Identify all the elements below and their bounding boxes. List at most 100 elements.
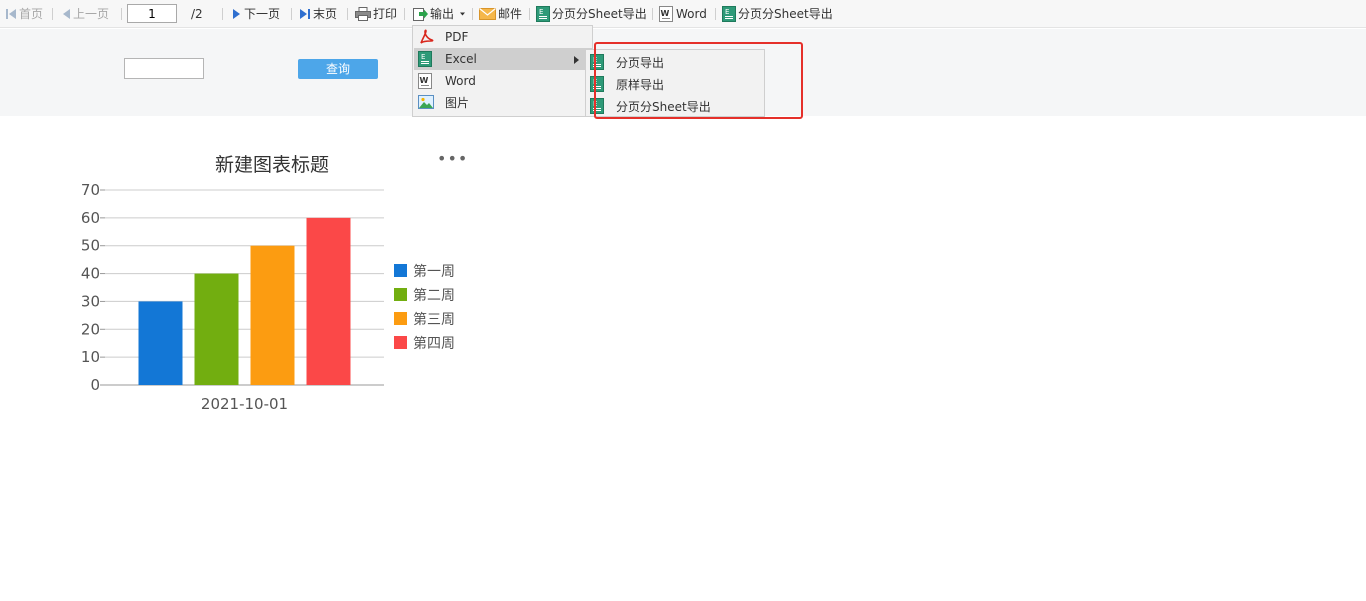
menu-item-excel[interactable]: E Excel — [414, 48, 593, 70]
svg-text:E: E — [539, 8, 543, 16]
legend-swatch — [394, 264, 407, 277]
output-label: 输出 — [430, 7, 455, 21]
prev-page-label: 上一页 — [73, 7, 110, 21]
menu-item-image[interactable]: 图片 — [414, 92, 593, 114]
print-button[interactable]: 打印 — [355, 6, 397, 22]
svg-text:W: W — [420, 76, 429, 85]
word-icon: W — [418, 73, 432, 89]
legend-label[interactable]: 第二周 — [413, 287, 455, 304]
submenu-arrow-icon — [574, 56, 579, 64]
excel-icon: E — [418, 51, 432, 67]
pdf-icon — [420, 29, 434, 44]
toolbar-divider — [529, 8, 530, 20]
output-button[interactable]: 输出 — [412, 6, 469, 22]
chevron-down-icon — [460, 12, 466, 16]
chart-legend: 第一周第二周第三周第四周 — [394, 263, 455, 352]
svg-text:E: E — [421, 53, 425, 61]
toolbar-divider — [472, 8, 473, 20]
svg-text:W: W — [661, 9, 670, 18]
output-menu: PDF E Excel W Word 图片 — [412, 25, 593, 117]
toolbar-divider — [291, 8, 292, 20]
word-export-button[interactable]: W Word — [659, 6, 707, 22]
page-total: /2 — [191, 7, 203, 21]
svg-text:E: E — [593, 78, 597, 86]
page-number-input[interactable] — [127, 4, 177, 23]
bar-chart: 新建图表标题 0 10 20 30 40 50 60 70 2021-10-01 第一周第二周… — [81, 154, 455, 413]
menu-item-word[interactable]: W Word — [414, 70, 593, 92]
submenu-item-label: 分页分Sheet导出 — [616, 100, 711, 114]
next-page-button[interactable]: 下一页 — [232, 6, 280, 22]
menu-item-label: Excel — [445, 52, 477, 66]
excel-icon: E — [536, 6, 550, 22]
toolbar-divider — [347, 8, 348, 20]
excel-icon: E — [590, 76, 604, 92]
svg-text:E: E — [593, 100, 597, 108]
submenu-item-label: 原样导出 — [616, 78, 665, 92]
y-axis-ticks: 0 10 20 30 40 50 60 70 — [81, 181, 105, 394]
menu-item-label: Word — [445, 74, 476, 88]
last-page-icon — [300, 9, 310, 19]
submenu-item-original-export[interactable]: E 原样导出 — [587, 73, 765, 95]
x-axis-labels: 2021-10-01 — [201, 395, 288, 413]
legend-swatch — [394, 336, 407, 349]
next-page-icon — [233, 9, 240, 19]
next-page-label: 下一页 — [244, 7, 281, 21]
mail-icon — [479, 8, 496, 20]
bar-4[interactable] — [306, 217, 351, 385]
svg-text:E: E — [725, 8, 729, 16]
legend-label[interactable]: 第三周 — [413, 311, 455, 328]
excel-icon: E — [590, 98, 604, 114]
submenu-item-page-sheet-export[interactable]: E 分页分Sheet导出 — [587, 95, 765, 117]
first-page-button[interactable]: 首页 — [6, 6, 43, 22]
legend-label[interactable]: 第一周 — [413, 263, 455, 280]
first-page-icon — [6, 9, 16, 19]
toolbar-divider — [652, 8, 653, 20]
page-sheet-export-button[interactable]: E 分页分Sheet导出 — [536, 6, 647, 22]
toolbar-divider — [121, 8, 122, 20]
last-page-button[interactable]: 末页 — [299, 6, 337, 22]
excel-submenu: E 分页导出 E 原样导出 E 分页分Sheet导出 — [585, 49, 765, 117]
y-tick-label: 0 — [90, 376, 100, 394]
page-sheet-export-label-2: 分页分Sheet导出 — [738, 7, 833, 21]
toolbar-divider — [715, 8, 716, 20]
menu-item-pdf[interactable]: PDF — [414, 26, 593, 48]
toolbar-divider — [404, 8, 405, 20]
y-tick-label: 70 — [81, 181, 100, 199]
bar-1[interactable] — [138, 301, 183, 385]
x-tick-label: 2021-10-01 — [201, 395, 288, 413]
bar-3[interactable] — [250, 245, 295, 385]
page-sheet-export-button-2[interactable]: E 分页分Sheet导出 — [722, 6, 833, 22]
mail-button[interactable]: 邮件 — [479, 6, 522, 22]
legend-label[interactable]: 第四周 — [413, 335, 455, 352]
query-button[interactable]: 查询 — [298, 59, 378, 79]
page-sheet-export-label: 分页分Sheet导出 — [552, 7, 647, 21]
submenu-item-page-export[interactable]: E 分页导出 — [587, 51, 765, 73]
y-tick-label: 60 — [81, 209, 100, 227]
export-icon — [413, 8, 428, 21]
print-label: 打印 — [373, 7, 398, 21]
image-icon — [418, 95, 434, 109]
y-tick-label: 20 — [81, 320, 100, 338]
report-toolbar: 首页 上一页 /2 下一页 末页 打印 输 — [0, 0, 1366, 28]
legend-swatch — [394, 288, 407, 301]
svg-text:E: E — [593, 56, 597, 64]
printer-icon — [355, 7, 371, 21]
last-page-label: 末页 — [313, 7, 338, 21]
toolbar-divider — [52, 8, 53, 20]
menu-item-label: PDF — [445, 30, 469, 44]
y-tick-label: 50 — [81, 237, 100, 255]
mail-label: 邮件 — [498, 7, 523, 21]
first-page-label: 首页 — [19, 7, 44, 21]
excel-icon: E — [722, 6, 736, 22]
y-tick-label: 40 — [81, 265, 100, 283]
bar-2[interactable] — [194, 273, 239, 385]
legend-swatch — [394, 312, 407, 325]
prev-page-button[interactable]: 上一页 — [61, 6, 109, 22]
submenu-item-label: 分页导出 — [616, 56, 665, 70]
parameter-input[interactable] — [124, 58, 204, 79]
menu-item-label: 图片 — [445, 96, 470, 110]
toolbar-divider — [222, 8, 223, 20]
prev-page-icon — [63, 9, 70, 19]
y-tick-label: 30 — [81, 292, 100, 310]
word-label: Word — [676, 7, 707, 21]
